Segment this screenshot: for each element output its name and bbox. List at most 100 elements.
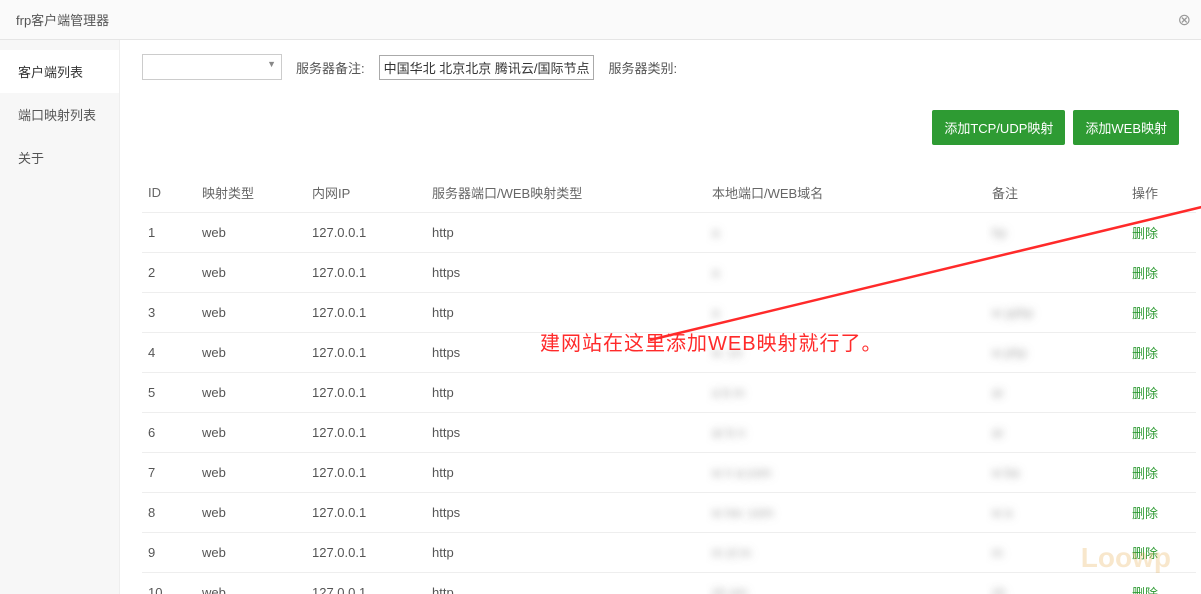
sidebar-item-clients[interactable]: 客户端列表 <box>0 50 119 93</box>
table-row: 7web127.0.0.1httpw n a.comw ba删除 <box>142 453 1196 493</box>
cell-op: 删除 <box>1126 213 1196 253</box>
cell-domain: w nw .com <box>706 493 986 533</box>
server-note-label: 服务器备注: <box>296 58 365 77</box>
cell-domain: w n a.com <box>706 453 986 493</box>
cell-note: w a <box>986 493 1126 533</box>
cell-id: 9 <box>142 533 196 573</box>
cell-ip: 127.0.0.1 <box>306 293 426 333</box>
table-row: 10web127.0.0.1httpsh omsh删除 <box>142 573 1196 594</box>
server-note-value: 中国华北 北京北京 腾讯云/国际节点 <box>379 55 595 80</box>
cell-type: web <box>196 213 306 253</box>
cell-port: https <box>426 253 706 293</box>
table-header-row: ID 映射类型 内网IP 服务器端口/WEB映射类型 本地端口/WEB域名 备注… <box>142 173 1196 213</box>
cell-port: http <box>426 373 706 413</box>
cell-ip: 127.0.0.1 <box>306 493 426 533</box>
th-op: 操作 <box>1126 173 1196 213</box>
main-panel: 服务器备注: 中国华北 北京北京 腾讯云/国际节点 服务器类别: 添加TCP/U… <box>120 40 1201 594</box>
cell-domain: a <box>706 253 986 293</box>
cell-op: 删除 <box>1126 293 1196 333</box>
cell-note <box>986 253 1126 293</box>
th-id: ID <box>142 173 196 213</box>
sidebar-item-about[interactable]: 关于 <box>0 136 119 179</box>
cell-ip: 127.0.0.1 <box>306 373 426 413</box>
cell-note: hp <box>986 213 1126 253</box>
cell-op: 删除 <box>1126 333 1196 373</box>
cell-domain: m zt m <box>706 533 986 573</box>
delete-link[interactable]: 删除 <box>1132 226 1158 241</box>
delete-link[interactable]: 删除 <box>1132 466 1158 481</box>
delete-link[interactable]: 删除 <box>1132 426 1158 441</box>
cell-id: 2 <box>142 253 196 293</box>
delete-link[interactable]: 删除 <box>1132 586 1158 594</box>
cell-id: 5 <box>142 373 196 413</box>
delete-link[interactable]: 删除 <box>1132 346 1158 361</box>
add-tcp-udp-button[interactable]: 添加TCP/UDP映射 <box>932 110 1065 145</box>
close-icon[interactable]: ⊗ <box>1178 10 1191 30</box>
cell-port: http <box>426 213 706 253</box>
table-row: 2web127.0.0.1httpsa删除 <box>142 253 1196 293</box>
cell-ip: 127.0.0.1 <box>306 213 426 253</box>
add-web-button[interactable]: 添加WEB映射 <box>1073 110 1179 145</box>
cell-domain: a b m <box>706 373 986 413</box>
table-row: 5web127.0.0.1httpa b mar 删除 <box>142 373 1196 413</box>
cell-note: w ba <box>986 453 1126 493</box>
cell-port: https <box>426 493 706 533</box>
table-body: 1web127.0.0.1httpahp删除2web127.0.0.1https… <box>142 213 1196 594</box>
cell-op: 删除 <box>1126 373 1196 413</box>
delete-link[interactable]: 删除 <box>1132 546 1158 561</box>
cell-domain: sh om <box>706 573 986 594</box>
cell-op: 删除 <box>1126 493 1196 533</box>
cell-note: ar <box>986 373 1126 413</box>
cell-ip: 127.0.0.1 <box>306 453 426 493</box>
cell-note: w yphp <box>986 293 1126 333</box>
cell-domain: w .cn <box>706 333 986 373</box>
sidebar-item-label: 端口映射列表 <box>18 108 96 123</box>
mapping-table: ID 映射类型 内网IP 服务器端口/WEB映射类型 本地端口/WEB域名 备注… <box>142 173 1196 594</box>
cell-id: 10 <box>142 573 196 594</box>
cell-type: web <box>196 573 306 594</box>
table-row: 1web127.0.0.1httpahp 删除 <box>142 213 1196 253</box>
cell-port: http <box>426 293 706 333</box>
cell-type: web <box>196 333 306 373</box>
delete-link[interactable]: 删除 <box>1132 306 1158 321</box>
cell-op: 删除 <box>1126 533 1196 573</box>
cell-port: https <box>426 413 706 453</box>
delete-link[interactable]: 删除 <box>1132 386 1158 401</box>
th-port: 服务器端口/WEB映射类型 <box>426 173 706 213</box>
delete-link[interactable]: 删除 <box>1132 506 1158 521</box>
cell-type: web <box>196 533 306 573</box>
cell-domain: a <box>706 213 986 253</box>
server-info-row: 服务器备注: 中国华北 北京北京 腾讯云/国际节点 服务器类别: <box>142 54 1179 80</box>
th-ip: 内网IP <box>306 173 426 213</box>
titlebar: frp客户端管理器 ⊗ <box>0 0 1201 40</box>
cell-op: 删除 <box>1126 413 1196 453</box>
table-row: 4web127.0.0.1httpsw .cnw php删除 <box>142 333 1196 373</box>
table-row: 3web127.0.0.1httpaw yphp 删除 <box>142 293 1196 333</box>
cell-type: web <box>196 293 306 333</box>
cell-note: w php <box>986 333 1126 373</box>
cell-ip: 127.0.0.1 <box>306 573 426 594</box>
sidebar-item-port-mapping[interactable]: 端口映射列表 <box>0 93 119 136</box>
cell-domain: ar b n <box>706 413 986 453</box>
table-row: 9web127.0.0.1httpm zt mm删除 <box>142 533 1196 573</box>
cell-id: 3 <box>142 293 196 333</box>
server-select[interactable] <box>142 54 282 80</box>
cell-id: 1 <box>142 213 196 253</box>
delete-link[interactable]: 删除 <box>1132 266 1158 281</box>
cell-type: web <box>196 493 306 533</box>
table-row: 8web127.0.0.1httpsw nw .comw a删除 <box>142 493 1196 533</box>
cell-op: 删除 <box>1126 453 1196 493</box>
cell-id: 4 <box>142 333 196 373</box>
cell-id: 6 <box>142 413 196 453</box>
cell-type: web <box>196 253 306 293</box>
cell-ip: 127.0.0.1 <box>306 413 426 453</box>
cell-id: 7 <box>142 453 196 493</box>
cell-type: web <box>196 413 306 453</box>
cell-op: 删除 <box>1126 253 1196 293</box>
cell-port: http <box>426 533 706 573</box>
cell-type: web <box>196 373 306 413</box>
th-type: 映射类型 <box>196 173 306 213</box>
cell-port: https <box>426 333 706 373</box>
cell-domain: a <box>706 293 986 333</box>
sidebar-item-label: 客户端列表 <box>18 65 83 80</box>
